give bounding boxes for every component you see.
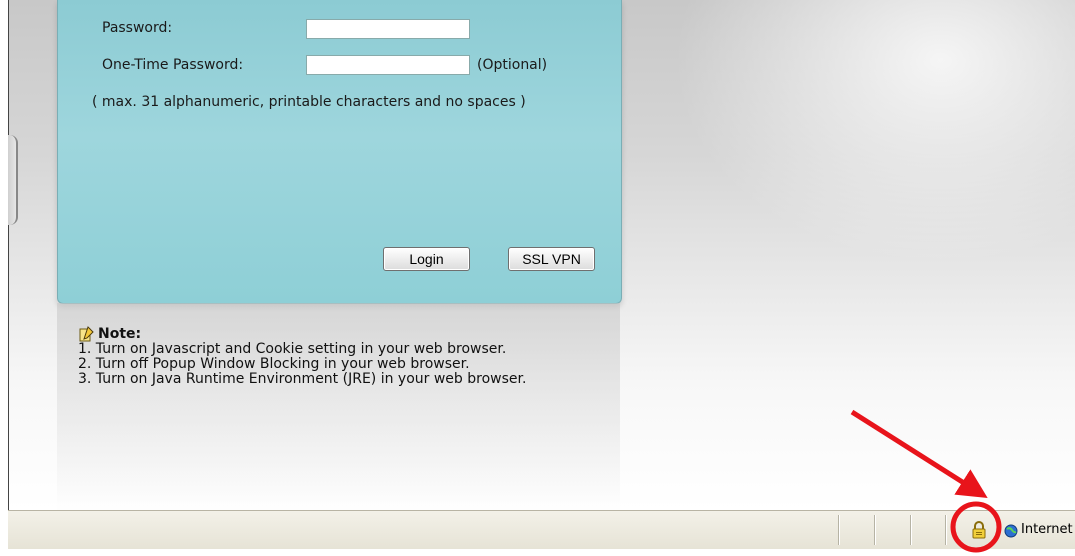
optional-label: (Optional): [477, 57, 548, 73]
otp-field[interactable]: [306, 55, 470, 75]
status-separator: [838, 515, 839, 545]
password-hint: ( max. 31 alphanumeric, printable charac…: [92, 94, 526, 110]
status-separator: [910, 515, 911, 545]
background-decoration: [8, 135, 18, 225]
note-item-1: 1. Turn on Javascript and Cookie setting…: [78, 341, 507, 357]
note-item-2: 2. Turn off Popup Window Blocking in you…: [78, 356, 470, 372]
password-label: Password:: [102, 20, 173, 36]
login-panel: Password: One-Time Password: (Optional) …: [57, 0, 622, 304]
window-left-border: [8, 0, 9, 510]
ssl-vpn-button[interactable]: SSL VPN: [508, 247, 595, 271]
status-separator: [874, 515, 875, 545]
security-zone-label: Internet: [1021, 522, 1073, 537]
status-separator: [945, 515, 946, 545]
note-section: Note: 1. Turn on Javascript and Cookie s…: [78, 326, 526, 387]
login-button[interactable]: Login: [383, 247, 470, 271]
note-pencil-icon: [78, 326, 94, 342]
globe-icon: [1004, 523, 1018, 538]
otp-label: One-Time Password:: [102, 57, 244, 73]
padlock-icon[interactable]: [971, 521, 987, 539]
password-field[interactable]: [306, 19, 470, 39]
note-item-3: 3. Turn on Java Runtime Environment (JRE…: [78, 371, 527, 387]
browser-content-area: Password: One-Time Password: (Optional) …: [8, 0, 1075, 510]
note-title: Note:: [98, 326, 142, 342]
status-bar: Internet: [8, 510, 1075, 549]
background-gloss: [628, 0, 1075, 300]
